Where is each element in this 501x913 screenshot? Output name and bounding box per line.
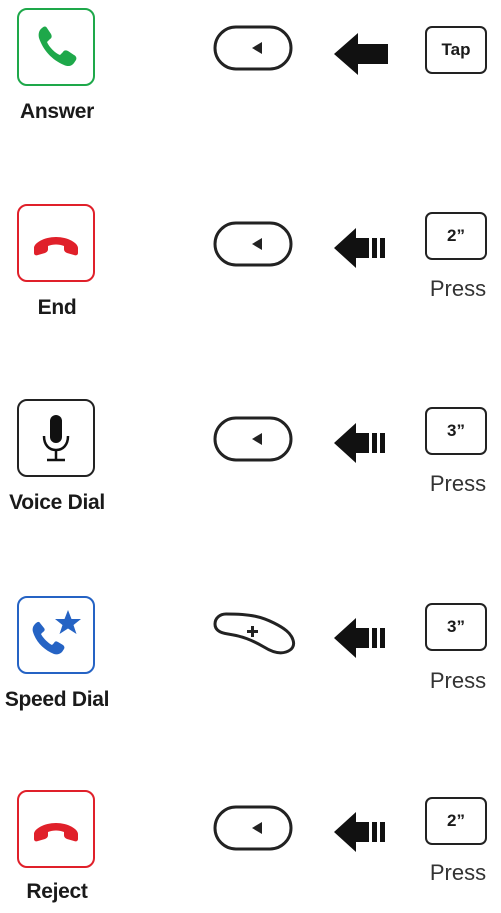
press-note: Press [429,276,487,301]
row-voice-dial: Voice Dial 3” Press [0,399,501,519]
button-left-arrow-icon [213,25,293,71]
phone-hangup-icon [34,823,78,842]
button-plus-icon [213,612,296,655]
button-left-arrow-icon [213,221,293,267]
left-arrow-press-icon [334,423,385,463]
press-note: Press [429,471,487,496]
button-left-arrow-icon [213,805,293,851]
speed-dial-label: Speed Dial [4,688,110,711]
press-note: Press [429,860,487,885]
microphone-icon [42,415,70,462]
left-arrow-press-icon [334,618,385,658]
speed-dial-icon-box [17,596,95,674]
instruction-diagram: { "colors": { "answer": "#1ea84a", "end"… [0,0,501,913]
answer-icon-box [17,8,95,86]
phone-star-icon [32,610,81,655]
row-end: End 2” Press [0,204,501,324]
press-note: Press [429,668,487,693]
phone-answer-icon [38,26,77,67]
answer-label: Answer [19,100,95,123]
reject-label: Reject [26,880,88,903]
row-reject: Reject 2” Press [0,790,501,910]
duration-key: 3” [425,407,487,455]
reject-icon-box [17,790,95,868]
voice-dial-label: Voice Dial [9,491,105,514]
end-icon-box [17,204,95,282]
duration-key: 2” [425,212,487,260]
row-answer: Answer Tap [0,8,501,128]
button-left-arrow-icon [213,416,293,462]
left-arrow-icon [334,33,388,75]
row-speed-dial: Speed Dial 3” Press [0,596,501,716]
voice-dial-icon-box [17,399,95,477]
duration-key: 3” [425,603,487,651]
duration-key: 2” [425,797,487,845]
end-label: End [37,296,77,319]
left-arrow-press-icon [334,228,385,268]
phone-hangup-icon [34,237,78,256]
left-arrow-press-icon [334,812,385,852]
tap-key: Tap [425,26,487,74]
